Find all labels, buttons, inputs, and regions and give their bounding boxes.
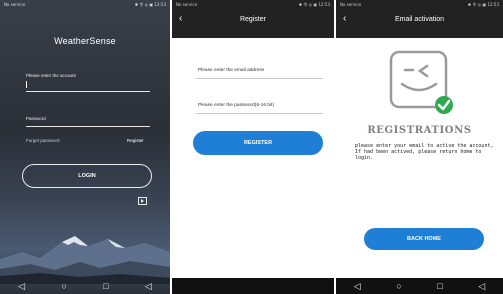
status-bar: No service ✱ 令 ◎ ▣ 12:53 bbox=[336, 0, 503, 10]
status-left: No service bbox=[4, 2, 26, 7]
register-screen: No service ✱ 令 ◎ ▣ 12:53 ‹ Register Plea… bbox=[172, 0, 334, 294]
winking-face-icon bbox=[389, 50, 453, 114]
back-nav-icon-right[interactable]: ◁ bbox=[145, 281, 152, 292]
activation-screen: No service ✱ 令 ◎ ▣ 12:53 ‹ Email activat… bbox=[336, 0, 503, 294]
home-nav-icon[interactable]: ○ bbox=[396, 281, 401, 291]
page-title: Register bbox=[239, 16, 267, 23]
email-placeholder[interactable]: Please enter the email address bbox=[198, 68, 264, 73]
status-left: No service bbox=[176, 2, 198, 7]
status-bar: No service ✱ 令 ◎ ▣ 12:53 bbox=[172, 0, 334, 10]
back-home-button[interactable]: BACK HOME bbox=[364, 228, 484, 250]
login-screen: No service ✱ 令 ◎ ▣ 12:53 WeatherSense Pl… bbox=[0, 0, 170, 294]
email-field[interactable] bbox=[196, 78, 323, 79]
navigation-bar: ◁ ○ □ ◁ bbox=[336, 278, 503, 294]
check-badge bbox=[435, 96, 453, 114]
page-title: Email activation bbox=[394, 16, 445, 23]
activation-message: please enter your email to active the ac… bbox=[355, 143, 494, 161]
password-placeholder[interactable]: Password bbox=[26, 116, 46, 121]
status-left: No service bbox=[340, 2, 362, 7]
mountain-background bbox=[0, 236, 170, 284]
navigation-bar: ◁ ○ □ ◁ bbox=[0, 278, 170, 294]
registrations-heading: REGISTRATIONS bbox=[367, 125, 472, 136]
home-nav-icon[interactable]: ○ bbox=[61, 281, 66, 291]
password-field[interactable] bbox=[196, 113, 323, 114]
forgot-password-link[interactable]: Forget password bbox=[26, 138, 60, 143]
navigation-bar bbox=[172, 278, 334, 294]
play-screen-icon[interactable] bbox=[138, 197, 147, 205]
status-right: ✱ 令 ◎ ▣ 12:53 bbox=[467, 2, 499, 7]
back-nav-icon[interactable]: ◁ bbox=[18, 281, 25, 292]
text-cursor bbox=[26, 81, 27, 88]
brand-logo: WeatherSense bbox=[54, 36, 116, 46]
status-bar: No service ✱ 令 ◎ ▣ 12:53 bbox=[0, 0, 170, 10]
recents-nav-icon[interactable]: □ bbox=[103, 281, 108, 291]
register-link[interactable]: Register bbox=[127, 138, 144, 143]
recents-nav-icon[interactable]: □ bbox=[437, 281, 442, 291]
back-nav-icon[interactable]: ◁ bbox=[354, 281, 361, 292]
account-field[interactable] bbox=[26, 91, 150, 92]
status-right: ✱ 令 ◎ ▣ 12:53 bbox=[298, 2, 330, 7]
register-button[interactable]: REGISTER bbox=[193, 131, 323, 155]
status-right: ✱ 令 ◎ ▣ 12:53 bbox=[134, 2, 166, 7]
password-field[interactable] bbox=[26, 126, 150, 127]
password-placeholder[interactable]: Please enter the password(6-16 bit) bbox=[198, 103, 274, 108]
login-button[interactable]: LOGIN bbox=[22, 164, 152, 188]
account-placeholder[interactable]: Please enter the account bbox=[26, 73, 76, 78]
back-nav-icon-right[interactable]: ◁ bbox=[478, 281, 485, 292]
